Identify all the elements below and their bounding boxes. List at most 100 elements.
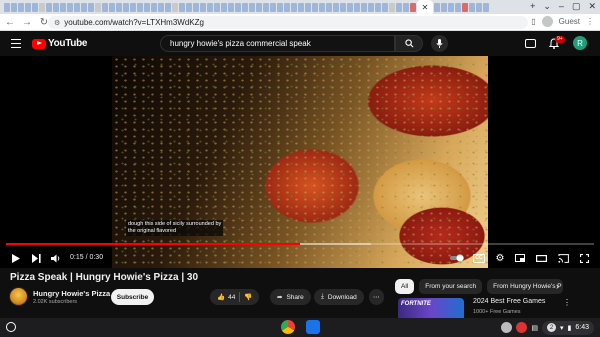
recommendation-thumbnail[interactable]: FORTNITE: [398, 298, 464, 318]
active-browser-tab[interactable]: ✕: [417, 0, 433, 14]
share-button[interactable]: ➦ Share: [270, 289, 311, 305]
files-app-icon[interactable]: [306, 320, 320, 334]
browser-tab[interactable]: [116, 2, 122, 12]
browser-tab[interactable]: [207, 2, 213, 12]
browser-tab[interactable]: [270, 2, 276, 12]
browser-tab[interactable]: [347, 2, 353, 12]
browser-tab[interactable]: [455, 2, 461, 12]
maximize-icon[interactable]: ▢: [572, 1, 581, 12]
minimize-icon[interactable]: –: [559, 1, 564, 12]
settings-button[interactable]: ⚙: [494, 252, 506, 264]
browser-tab[interactable]: [11, 2, 17, 12]
chevron-right-icon[interactable]: ›: [556, 281, 559, 291]
browser-tab[interactable]: [39, 2, 45, 12]
theater-mode-button[interactable]: [535, 252, 547, 264]
browser-tab[interactable]: [158, 2, 164, 12]
tray-avatar-icon[interactable]: [501, 322, 513, 333]
channel-avatar[interactable]: [9, 287, 28, 306]
browser-tab[interactable]: [448, 2, 454, 12]
browser-tab[interactable]: [102, 2, 108, 12]
browser-tab[interactable]: [130, 2, 136, 12]
chip-from-your-search[interactable]: From your search: [419, 279, 483, 294]
download-button[interactable]: ⤓ Download: [314, 289, 364, 305]
tab-close-icon[interactable]: ✕: [422, 3, 429, 12]
browser-tab[interactable]: [4, 2, 10, 12]
browser-tab[interactable]: [389, 2, 395, 12]
recommendation-title[interactable]: 2024 Best Free Games: [473, 298, 545, 305]
browser-tab[interactable]: [179, 2, 185, 12]
browser-tab[interactable]: [263, 2, 269, 12]
dislike-button[interactable]: 👎: [244, 293, 252, 301]
search-input[interactable]: hungry howie's pizza commercial speak: [160, 35, 395, 52]
browser-tab[interactable]: [249, 2, 255, 12]
browser-tab[interactable]: [151, 2, 157, 12]
search-button[interactable]: [395, 35, 423, 52]
browser-tab[interactable]: [74, 2, 80, 12]
browser-tab[interactable]: [242, 2, 248, 12]
browser-tab[interactable]: [291, 2, 297, 12]
user-avatar[interactable]: R: [573, 36, 587, 50]
play-button[interactable]: [10, 252, 22, 264]
next-button[interactable]: [30, 252, 42, 264]
subscribe-button[interactable]: Subscribe: [111, 289, 154, 305]
browser-tab[interactable]: [60, 2, 66, 12]
browser-tab[interactable]: [172, 2, 178, 12]
browser-tab[interactable]: [214, 2, 220, 12]
browser-tab[interactable]: [144, 2, 150, 12]
browser-tab[interactable]: [137, 2, 143, 12]
chrome-icon[interactable]: [281, 320, 295, 334]
browser-tab[interactable]: [277, 2, 283, 12]
browser-tab[interactable]: [298, 2, 304, 12]
browser-tab[interactable]: [53, 2, 59, 12]
hamburger-menu-icon[interactable]: [11, 39, 21, 48]
browser-tab[interactable]: [25, 2, 31, 12]
volume-button[interactable]: [50, 252, 62, 264]
clipboard-icon[interactable]: ▤: [531, 324, 538, 332]
browser-tab[interactable]: [382, 2, 388, 12]
browser-tab[interactable]: [165, 2, 171, 12]
video-frame[interactable]: [112, 56, 488, 268]
status-area[interactable]: 2 ▾ ▮ 6:43: [542, 320, 594, 335]
browser-tab[interactable]: [256, 2, 262, 12]
browser-tab[interactable]: [305, 2, 311, 12]
browser-tab[interactable]: [462, 2, 468, 12]
browser-tab[interactable]: [200, 2, 206, 12]
launcher-icon[interactable]: [6, 322, 16, 332]
more-vertical-icon[interactable]: ⋮: [563, 298, 571, 307]
chip-all[interactable]: All: [395, 279, 415, 294]
browser-menu-icon[interactable]: ⋮: [586, 17, 594, 26]
guest-avatar-icon[interactable]: [541, 16, 553, 27]
subtitles-button[interactable]: CC: [472, 252, 486, 264]
browser-tab[interactable]: [18, 2, 24, 12]
browser-tab[interactable]: [221, 2, 227, 12]
site-info-icon[interactable]: ⚙: [54, 19, 60, 27]
browser-tab[interactable]: [368, 2, 374, 12]
browser-tab[interactable]: [441, 2, 447, 12]
profile-label[interactable]: Guest: [559, 17, 580, 26]
browser-tab[interactable]: [469, 2, 475, 12]
browser-tab[interactable]: [312, 2, 318, 12]
window-close-icon[interactable]: ✕: [588, 1, 596, 12]
chip-from-channel[interactable]: From Hungry Howie's P: [487, 279, 564, 294]
tray-app-icon[interactable]: [516, 322, 528, 333]
browser-tab[interactable]: [483, 2, 489, 12]
channel-name[interactable]: Hungry Howie's Pizza: [33, 289, 110, 298]
browser-tab[interactable]: [333, 2, 339, 12]
address-bar[interactable]: ⚙ youtube.com/watch?v=LTXHm3WdKZg: [48, 16, 528, 29]
browser-tab[interactable]: [340, 2, 346, 12]
miniplayer-button[interactable]: [514, 252, 526, 264]
browser-tab[interactable]: [326, 2, 332, 12]
browser-tab[interactable]: [123, 2, 129, 12]
browser-tab[interactable]: [193, 2, 199, 12]
browser-tab[interactable]: [228, 2, 234, 12]
browser-tab[interactable]: [403, 2, 409, 12]
browser-tab[interactable]: [32, 2, 38, 12]
autoplay-toggle[interactable]: [450, 252, 464, 264]
browser-tab[interactable]: [186, 2, 192, 12]
more-actions-button[interactable]: ⋯: [369, 289, 384, 305]
browser-tab[interactable]: [410, 2, 416, 12]
create-video-icon[interactable]: [525, 39, 536, 48]
browser-tab[interactable]: [354, 2, 360, 12]
progress-bar[interactable]: [6, 243, 594, 245]
browser-tab[interactable]: [375, 2, 381, 12]
